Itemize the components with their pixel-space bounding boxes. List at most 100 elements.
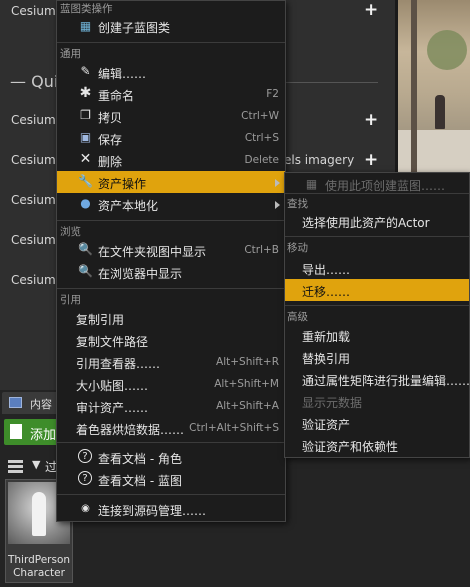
edit-item[interactable]: ✎ 编辑…… [57,61,285,83]
section-general: 通用 [60,48,81,60]
show-in-browser-item[interactable]: 🔍 在浏览器中显示 [57,261,285,283]
select-actor-label: 选择使用此资产的Actor [302,216,430,230]
save-icon: ▣ [79,130,92,144]
blueprint-icon: ▦ [305,177,318,191]
copy-icon: ❐ [80,108,91,122]
replace-references-item[interactable]: 替换引用 [285,346,469,368]
copy-label: 拷贝 [98,111,123,125]
save-shortcut: Ctrl+S [244,132,279,144]
divider [285,305,469,306]
shader-cook-data-label: 着色器烘焙数据…… [76,423,185,437]
asset-localization-label: 资产本地化 [98,199,159,213]
source-control-item[interactable]: ◉ 连接到源码管理…… [57,498,285,520]
add-button-label: 添加 [30,428,57,443]
add-icon[interactable]: + [364,110,378,130]
divider [57,288,285,289]
audit-assets-shortcut: Alt+Shift+A [216,400,279,412]
wrench-icon: 🔧 [78,174,93,188]
divider [57,220,285,221]
viewport-pole [411,0,417,172]
audit-assets-item[interactable]: 审计资产…… Alt+Shift+A [57,395,285,417]
create-blueprint-item: ▦ 使用此项创建蓝图…… [285,173,469,195]
viewport-border [395,0,398,172]
shader-cook-data-item[interactable]: 着色器烘焙数据…… Ctrl+Alt+Shift+S [57,417,285,439]
show-in-folder-item[interactable]: 🔍 在文件夹视图中显示 Ctrl+B [57,239,285,261]
add-icon[interactable]: + [364,150,378,170]
edit-label: 编辑…… [98,67,147,81]
new-file-icon [10,424,22,439]
save-label: 保存 [98,133,123,147]
doc-blueprint-label: 查看文档 - 蓝图 [98,474,182,488]
copy-item[interactable]: ❐ 拷贝 Ctrl+W [57,105,285,127]
delete-icon: ✕ [79,151,92,167]
reload-item[interactable]: 重新加载 [285,324,469,346]
validate-asset-label: 验证资产 [302,418,351,432]
audit-assets-label: 审计资产…… [76,401,149,415]
save-item[interactable]: ▣ 保存 Ctrl+S [57,127,285,149]
copy-reference-item[interactable]: 复制引用 [57,307,285,329]
section-advanced: 高级 [287,311,308,323]
show-in-folder-label: 在文件夹视图中显示 [98,245,207,259]
filter-icon[interactable]: ▼ [32,458,40,471]
viewport-tree [427,30,467,70]
viewport-person [435,95,445,129]
shader-cook-data-shortcut: Ctrl+Alt+Shift+S [189,422,279,434]
validate-dependencies-label: 验证资产和依赖性 [302,440,399,454]
migrate-item[interactable]: 迁移…… [285,279,469,301]
size-map-shortcut: Alt+Shift+M [214,378,279,390]
create-child-blueprint-item[interactable]: ▦ 创建子蓝图类 [57,15,285,37]
asset-actions-label: 资产操作 [98,177,147,191]
rename-label: 重命名 [98,89,135,103]
select-actor-item[interactable]: 选择使用此资产的Actor [285,210,469,232]
bulk-edit-label: 通过属性矩阵进行批量编辑…… [302,374,470,388]
submenu-arrow-icon [275,179,280,187]
viewport-ground [397,130,470,172]
viewport[interactable] [397,0,470,172]
add-icon[interactable]: + [364,0,378,20]
rename-item[interactable]: ✱ 重命名 F2 [57,83,285,105]
bulk-edit-item[interactable]: 通过属性矩阵进行批量编辑…… [285,368,470,390]
asset-name: ThirdPerson Character [7,554,71,579]
divider [57,494,285,495]
magnifier-icon: 🔍 [78,242,93,256]
section-browse: 浏览 [60,226,81,238]
divider [57,42,285,43]
size-map-label: 大小贴图…… [76,379,149,393]
reference-viewer-item[interactable]: 引用查看器…… Alt+Shift+R [57,351,285,373]
asset-localization-item[interactable]: ● 资产本地化 [57,193,285,215]
size-map-item[interactable]: 大小贴图…… Alt+Shift+M [57,373,285,395]
copy-file-path-item[interactable]: 复制文件路径 [57,329,285,351]
section-find: 查找 [287,198,308,210]
doc-blueprint-item[interactable]: ? 查看文档 - 蓝图 [57,468,285,490]
create-child-blueprint-label: 创建子蓝图类 [98,21,171,35]
doc-character-label: 查看文档 - 角色 [98,452,182,466]
divider [57,442,285,443]
blueprint-class-icon: ▦ [79,19,92,33]
copy-file-path-label: 复制文件路径 [76,335,149,349]
delete-shortcut: Delete [244,154,280,166]
asset-actions-item[interactable]: 🔧 资产操作 [57,171,285,193]
delete-item[interactable]: ✕ 删除 Delete [57,149,285,171]
show-in-folder-shortcut: Ctrl+B [244,244,279,256]
show-in-browser-label: 在浏览器中显示 [98,267,183,281]
divider [285,236,469,237]
content-browser-tab-label: 内容 [30,398,52,411]
reference-viewer-shortcut: Alt+Shift+R [216,356,279,368]
help-icon: ? [78,471,92,485]
validate-asset-item[interactable]: 验证资产 [285,412,469,434]
doc-character-item[interactable]: ? 查看文档 - 角色 [57,446,285,468]
show-metadata-label: 显示元数据 [302,396,363,410]
submenu-arrow-icon [275,201,280,209]
globe-icon: ● [80,196,91,210]
imagery-label: els imagery [284,153,355,167]
create-blueprint-label: 使用此项创建蓝图…… [325,179,446,193]
menu-title: 蓝图类操作 [60,3,113,15]
source-control-label: 连接到源码管理…… [98,504,207,518]
source-control-icon: ◉ [81,503,90,514]
list-view-icon[interactable] [8,460,23,473]
divider [285,193,469,194]
section-move: 移动 [287,242,308,254]
edit-icon: ✎ [80,64,91,78]
export-item[interactable]: 导出…… [285,257,469,279]
validate-dependencies-item[interactable]: 验证资产和依赖性 [285,434,469,456]
